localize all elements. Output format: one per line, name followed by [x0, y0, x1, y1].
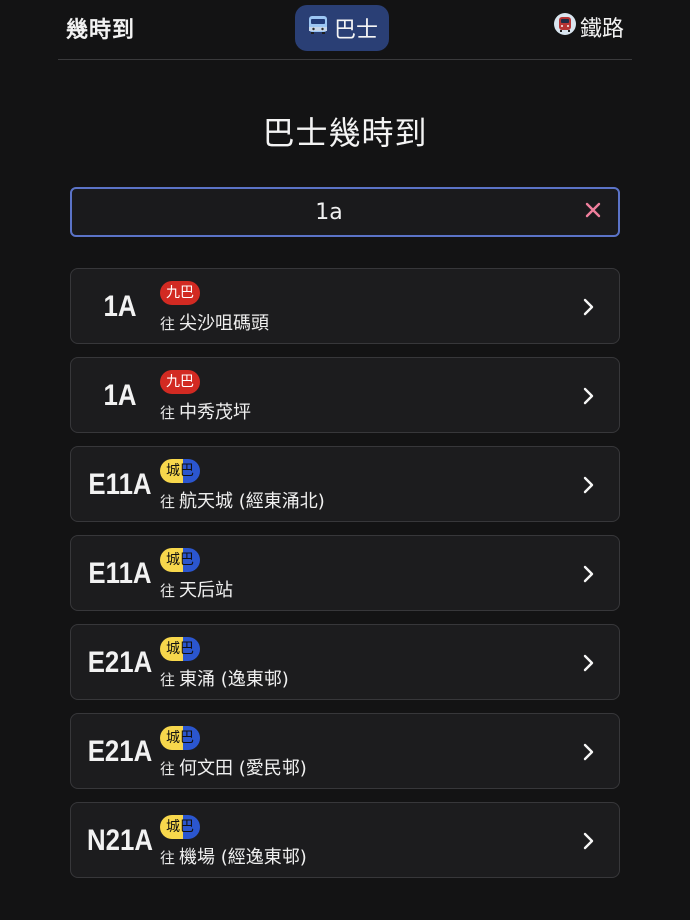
route-result-card[interactable]: 1A 九巴 往 中秀茂坪	[70, 357, 620, 433]
route-result-card[interactable]: E11A 城巴 往 天后站	[70, 535, 620, 611]
destination-prefix: 往	[160, 404, 176, 422]
operator-badge: 城巴	[160, 815, 200, 839]
destination: 往 中秀茂坪	[160, 398, 251, 424]
destination-prefix: 往	[160, 582, 176, 600]
chevron-right-icon	[577, 471, 601, 499]
chevron-right-icon	[577, 382, 601, 410]
destination-name: 尖沙咀碼頭	[179, 313, 270, 334]
bus-icon	[306, 13, 330, 43]
tab-rail[interactable]: 鐵路	[553, 10, 624, 44]
destination-name: 航天城 (經東涌北)	[179, 491, 325, 512]
tab-bus[interactable]: 巴士	[295, 5, 389, 51]
route-number: E21A	[87, 646, 153, 679]
destination-name: 東涌 (逸東邨)	[179, 669, 289, 690]
route-number: N21A	[87, 824, 153, 857]
chevron-right-icon	[577, 827, 601, 855]
route-result-card[interactable]: N21A 城巴 往 機場 (經逸東邨)	[70, 802, 620, 878]
operator-badge: 九巴	[160, 281, 200, 305]
destination: 往 航天城 (經東涌北)	[160, 487, 325, 513]
route-number: E21A	[87, 735, 153, 768]
page-title: 巴士幾時到	[262, 114, 428, 152]
destination: 往 天后站	[160, 576, 233, 602]
close-icon	[584, 201, 602, 223]
route-result-card[interactable]: E21A 城巴 往 東涌 (逸東邨)	[70, 624, 620, 700]
operator-badge: 城巴	[160, 459, 200, 483]
destination-name: 中秀茂坪	[179, 402, 252, 423]
route-number: 1A	[103, 290, 137, 323]
tab-rail-label: 鐵路	[579, 17, 624, 42]
destination: 往 東涌 (逸東邨)	[160, 665, 289, 691]
clear-search-button[interactable]	[578, 197, 608, 227]
route-search-box[interactable]	[70, 187, 620, 237]
destination-prefix: 往	[160, 493, 176, 511]
destination-prefix: 往	[160, 315, 176, 333]
route-result-card[interactable]: 1A 九巴 往 尖沙咀碼頭	[70, 268, 620, 344]
tab-bus-label: 巴士	[333, 18, 378, 43]
route-number: E11A	[88, 468, 152, 501]
chevron-right-icon	[577, 293, 601, 321]
destination-prefix: 往	[160, 760, 176, 778]
chevron-right-icon	[577, 738, 601, 766]
route-number: 1A	[103, 379, 137, 412]
destination-name: 何文田 (愛民邨)	[179, 758, 307, 779]
route-results-list: 1A 九巴 往 尖沙咀碼頭 1A 九巴 往 中秀茂坪 E11A 城巴 往 航天城…	[70, 268, 620, 891]
destination: 往 機場 (經逸東邨)	[160, 843, 307, 869]
operator-badge: 城巴	[160, 726, 200, 750]
operator-badge: 九巴	[160, 370, 200, 394]
destination-prefix: 往	[160, 849, 176, 867]
destination-name: 機場 (經逸東邨)	[179, 847, 307, 868]
route-result-card[interactable]: E11A 城巴 往 航天城 (經東涌北)	[70, 446, 620, 522]
chevron-right-icon	[577, 649, 601, 677]
top-navigation: 幾時到 巴士 鐵路	[58, 0, 632, 60]
route-search-input[interactable]	[84, 189, 574, 235]
destination-prefix: 往	[160, 671, 176, 689]
route-number: E11A	[88, 557, 152, 590]
operator-badge: 城巴	[160, 548, 200, 572]
chevron-right-icon	[577, 560, 601, 588]
destination-name: 天后站	[179, 580, 234, 601]
train-icon	[553, 12, 577, 42]
destination: 往 何文田 (愛民邨)	[160, 754, 307, 780]
route-result-card[interactable]: E21A 城巴 往 何文田 (愛民邨)	[70, 713, 620, 789]
app-brand[interactable]: 幾時到	[66, 12, 135, 44]
operator-badge: 城巴	[160, 637, 200, 661]
destination: 往 尖沙咀碼頭	[160, 309, 269, 335]
